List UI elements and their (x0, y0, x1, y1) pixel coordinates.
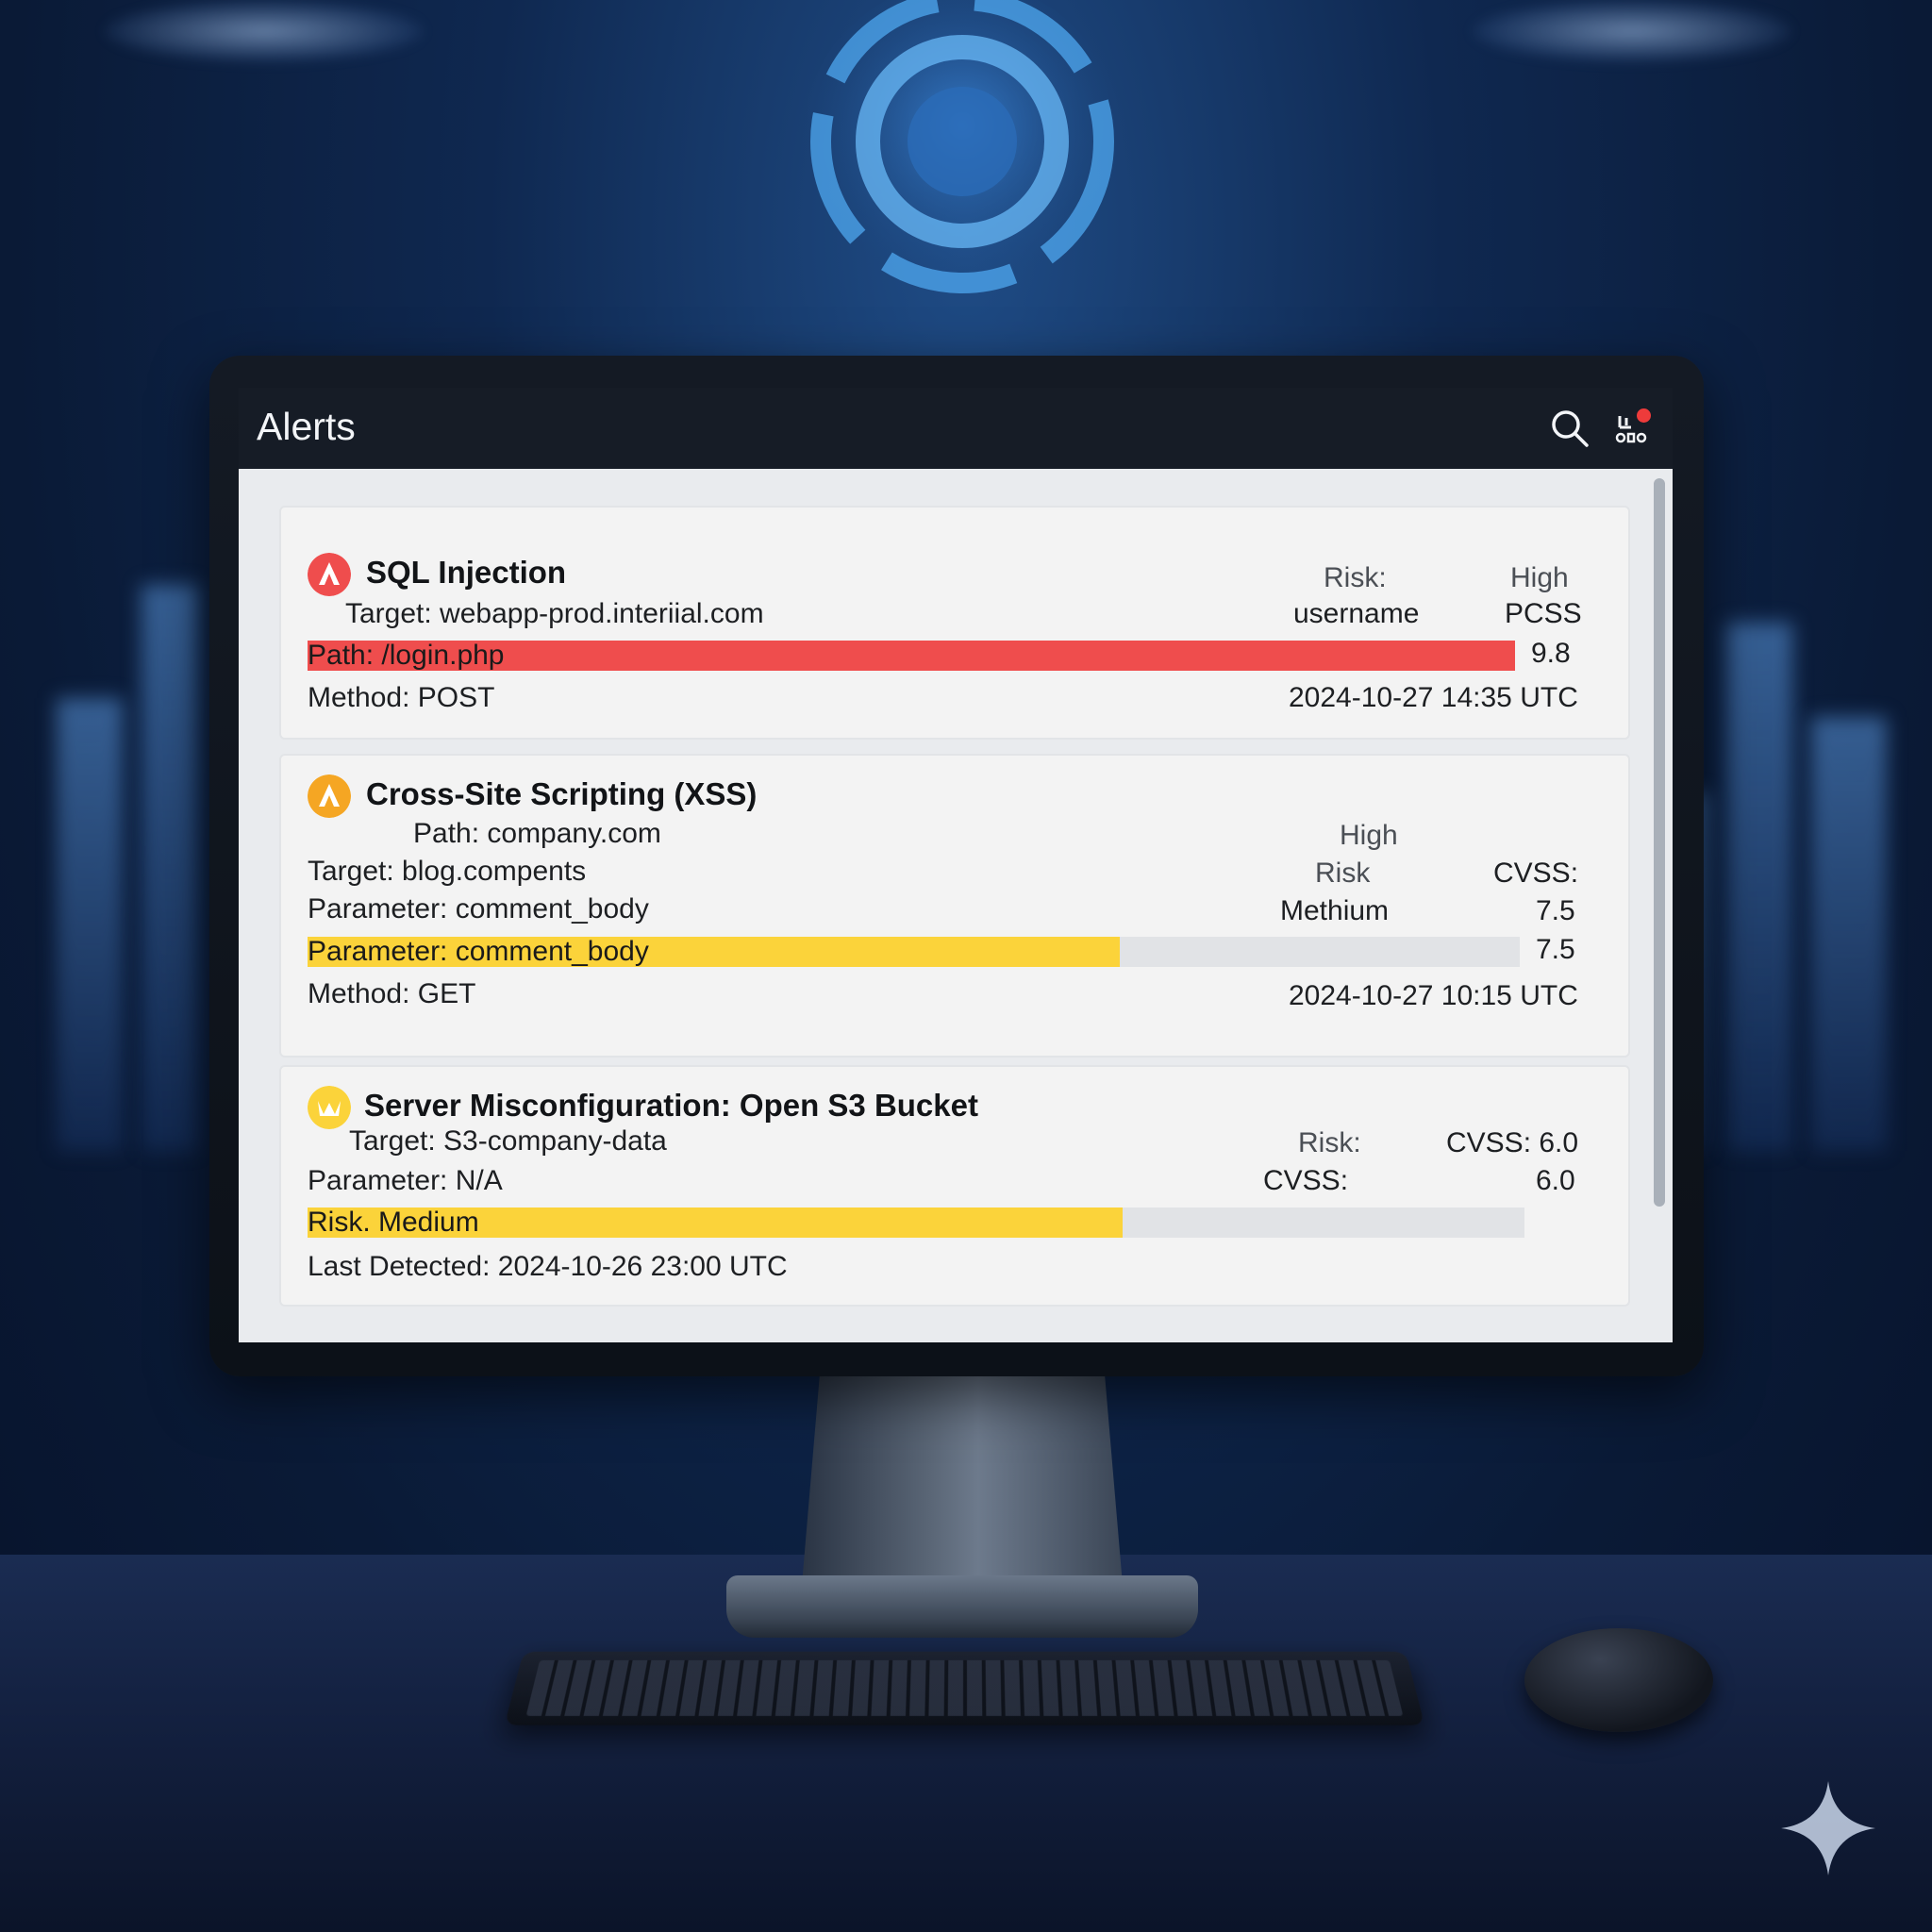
alert-method: Method: GET (308, 978, 475, 1010)
severity-bar: Risk. Medium (308, 1208, 1524, 1238)
severity-bar-label: Risk. Medium (308, 1208, 479, 1238)
alert-target: Target: blog.compents (308, 856, 586, 888)
cvss-inline: CVSS: 6.0 (1446, 1127, 1578, 1159)
title-bar: Alerts (239, 388, 1673, 469)
alert-path: Path: company.com (413, 818, 661, 850)
notification-badge (1637, 408, 1651, 423)
cvss-value: 7.5 (1536, 895, 1575, 927)
severity-bar: Parameter: comment_body (308, 937, 1520, 967)
risk-value: High (1510, 562, 1569, 594)
risk-label: Risk: (1298, 1127, 1361, 1159)
ceiling-light (1472, 0, 1792, 62)
cvss-label: CVSS: (1263, 1165, 1348, 1197)
alert-target: Target: S3-company-data (349, 1125, 667, 1158)
desk-scene: Alerts SQL Injection Target: webapp-prod… (0, 0, 1932, 1932)
scrollbar[interactable] (1654, 478, 1665, 1207)
notifications-button[interactable] (1610, 407, 1654, 450)
severity-bar: Path: /login.php (308, 641, 1515, 671)
window-title: Alerts (257, 405, 356, 449)
mouse (1524, 1628, 1713, 1732)
severity-score: 9.8 (1531, 638, 1571, 670)
alert-card-xss[interactable]: Cross-Site Scripting (XSS) Path: company… (279, 754, 1630, 1058)
cvss-value: 6.0 (1536, 1165, 1575, 1197)
monitor-stand-base (726, 1575, 1198, 1638)
ceiling-light (104, 0, 425, 62)
parameter-value: username (1293, 598, 1419, 630)
alert-target: Target: webapp-prod.interiial.com (345, 598, 764, 630)
alert-title: Cross-Site Scripting (XSS) (366, 776, 757, 812)
glowing-ring-logo (783, 0, 1141, 358)
alert-timestamp: 2024-10-27 10:15 UTC (1289, 980, 1578, 1012)
score-label: PCSS (1505, 598, 1582, 630)
search-button[interactable] (1548, 407, 1591, 450)
monitor-stand (802, 1358, 1123, 1585)
alert-title: Server Misconfiguration: Open S3 Bucket (364, 1088, 978, 1124)
alert-triangle-icon (308, 553, 351, 596)
sparkle-icon (1781, 1781, 1875, 1875)
severity-bar-label: Path: /login.php (308, 641, 505, 671)
alerts-window: Alerts SQL Injection Target: webapp-prod… (239, 388, 1673, 1342)
alert-card-sql-injection[interactable]: SQL Injection Target: webapp-prod.interi… (279, 506, 1630, 740)
search-icon (1548, 407, 1591, 450)
alert-last-detected: Last Detected: 2024-10-26 23:00 UTC (308, 1251, 788, 1283)
alert-triangle-icon (308, 774, 351, 818)
alert-card-s3-misconfiguration[interactable]: Server Misconfiguration: Open S3 Bucket … (279, 1065, 1630, 1307)
alert-parameter: Parameter: N/A (308, 1165, 503, 1197)
risk-value: Methium (1280, 895, 1389, 927)
alert-title: SQL Injection (366, 555, 566, 591)
severity-score: 7.5 (1536, 934, 1575, 966)
risk-top-value: High (1340, 820, 1398, 852)
cvss-label: CVSS: (1493, 858, 1578, 890)
risk-label: Risk: (1324, 562, 1387, 594)
warning-crown-icon (308, 1086, 351, 1129)
risk-label: Risk (1315, 858, 1370, 890)
keyboard (505, 1652, 1425, 1725)
alert-parameter: Parameter: comment_body (308, 893, 649, 925)
severity-bar-label: Parameter: comment_body (308, 937, 649, 967)
alert-timestamp: 2024-10-27 14:35 UTC (1289, 682, 1578, 714)
alert-method: Method: POST (308, 682, 494, 714)
